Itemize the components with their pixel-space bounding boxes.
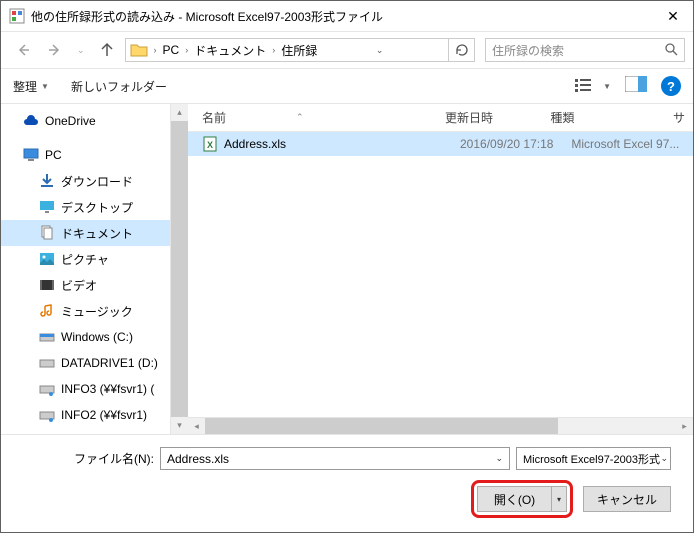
breadcrumb-folder[interactable]: 住所録	[281, 42, 317, 59]
preview-pane-button[interactable]	[625, 76, 647, 97]
cancel-button[interactable]: キャンセル	[583, 486, 671, 512]
help-icon: ?	[667, 79, 675, 94]
column-size[interactable]: サ	[665, 109, 693, 126]
sidebar-desktop[interactable]: デスクトップ	[1, 194, 170, 220]
scroll-left-icon[interactable]: ◂	[188, 418, 205, 435]
search-input[interactable]: 住所録の検索	[485, 38, 685, 62]
body: OneDrive PC ダウンロード デスクトップ ドキュメント ピクチャ	[1, 104, 693, 434]
column-name[interactable]: 名前⌃	[188, 109, 437, 126]
documents-icon	[39, 225, 55, 241]
sidebar-videos[interactable]: ビデオ	[1, 272, 170, 298]
help-button[interactable]: ?	[661, 76, 681, 96]
arrow-right-icon	[46, 41, 64, 59]
videos-icon	[39, 277, 55, 293]
scroll-down-icon[interactable]: ▾	[171, 417, 188, 434]
sidebar-scrollbar[interactable]: ▴ ▾	[171, 104, 188, 434]
history-dropdown[interactable]: ⌄	[73, 45, 89, 56]
breadcrumb-pc[interactable]: PC	[163, 43, 180, 57]
sidebar-documents[interactable]: ドキュメント	[1, 220, 170, 246]
chevron-down-icon: ▼	[603, 82, 611, 91]
chevron-right-icon: ›	[272, 45, 275, 55]
address-dropdown[interactable]: ⌄	[376, 45, 390, 56]
back-button[interactable]	[9, 38, 37, 62]
sort-asc-icon: ⌃	[296, 112, 304, 123]
file-row[interactable]: X Address.xls 2016/09/20 17:18 Microsoft…	[188, 132, 693, 156]
search-placeholder: 住所録の検索	[492, 42, 564, 59]
toolbar: 整理▼ 新しいフォルダー ▼ ?	[1, 68, 693, 104]
column-headers: 名前⌃ 更新日時 種類 サ	[188, 104, 693, 132]
footer: ファイル名(N): Address.xls ⌄ Microsoft Excel9…	[1, 434, 693, 532]
view-options-button[interactable]: ▼	[575, 78, 611, 94]
download-icon	[39, 173, 55, 189]
file-type: Microsoft Excel 97...	[563, 137, 693, 151]
open-button-highlight: 開く(O) ▾	[471, 480, 573, 518]
svg-text:X: X	[207, 140, 213, 150]
excel-file-icon: X	[202, 136, 218, 152]
breadcrumb-documents[interactable]: ドキュメント	[194, 42, 266, 59]
scroll-thumb[interactable]	[205, 418, 558, 435]
list-view-icon	[575, 78, 599, 94]
app-icon	[9, 8, 25, 24]
folder-icon	[130, 41, 148, 59]
sidebar-cdrive[interactable]: Windows (C:)	[1, 324, 170, 350]
window-title: 他の住所録形式の読み込み - Microsoft Excel97-2003形式フ…	[31, 8, 653, 25]
chevron-down-icon: ⌄	[495, 453, 503, 464]
filetype-select[interactable]: Microsoft Excel97-2003形式ファ ⌄	[516, 447, 671, 470]
drive-icon	[39, 355, 55, 371]
sidebar-pc[interactable]: PC	[1, 142, 170, 168]
up-button[interactable]	[93, 38, 121, 62]
close-button[interactable]: ✕	[653, 1, 693, 32]
titlebar: 他の住所録形式の読み込み - Microsoft Excel97-2003形式フ…	[1, 1, 693, 32]
open-button-dropdown[interactable]: ▾	[551, 486, 567, 512]
chevron-down-icon: ▼	[41, 82, 49, 91]
filename-label: ファイル名(N):	[74, 450, 154, 467]
sidebar-onedrive[interactable]: OneDrive	[1, 108, 170, 134]
drive-icon	[39, 329, 55, 345]
sidebar-info2[interactable]: INFO2 (¥¥fsvr1)	[1, 402, 170, 428]
arrow-up-icon	[98, 41, 116, 59]
arrow-left-icon	[14, 41, 32, 59]
pc-icon	[23, 147, 39, 163]
pictures-icon	[39, 251, 55, 267]
file-name: Address.xls	[224, 137, 286, 151]
open-button[interactable]: 開く(O)	[477, 486, 551, 512]
cloud-icon	[23, 113, 39, 129]
search-icon	[664, 42, 678, 59]
music-icon	[39, 303, 55, 319]
navigation-bar: ⌄ › PC › ドキュメント › 住所録 ⌄ 住所録の検索	[1, 32, 693, 68]
preview-pane-icon	[625, 76, 647, 92]
network-drive-icon	[39, 381, 55, 397]
address-bar[interactable]: › PC › ドキュメント › 住所録 ⌄	[125, 38, 475, 62]
file-open-dialog: 他の住所録形式の読み込み - Microsoft Excel97-2003形式フ…	[0, 0, 694, 533]
chevron-down-icon: ⌄	[660, 453, 668, 464]
sidebar-music[interactable]: ミュージック	[1, 298, 170, 324]
refresh-button[interactable]	[448, 39, 470, 61]
scroll-thumb[interactable]	[171, 121, 188, 417]
new-folder-button[interactable]: 新しいフォルダー	[71, 78, 167, 95]
sidebar-system[interactable]: SYSTEM (Z:)	[1, 428, 170, 434]
file-date: 2016/09/20 17:18	[452, 137, 563, 151]
network-drive-icon	[39, 407, 55, 423]
navigation-tree: OneDrive PC ダウンロード デスクトップ ドキュメント ピクチャ	[1, 104, 171, 434]
organize-button[interactable]: 整理▼	[13, 78, 49, 95]
column-type[interactable]: 種類	[542, 109, 665, 126]
sidebar-pictures[interactable]: ピクチャ	[1, 246, 170, 272]
scroll-right-icon[interactable]: ▸	[676, 418, 693, 435]
sidebar-info3[interactable]: INFO3 (¥¥fsvr1) (	[1, 376, 170, 402]
refresh-icon	[455, 43, 469, 57]
forward-button[interactable]	[41, 38, 69, 62]
sidebar-downloads[interactable]: ダウンロード	[1, 168, 170, 194]
filename-input[interactable]: Address.xls ⌄	[160, 447, 510, 470]
network-drive-icon	[39, 433, 55, 434]
chevron-right-icon: ›	[154, 45, 157, 55]
horizontal-scrollbar[interactable]: ◂ ▸	[188, 417, 693, 434]
column-date[interactable]: 更新日時	[437, 109, 542, 126]
scroll-up-icon[interactable]: ▴	[171, 104, 188, 121]
chevron-right-icon: ›	[185, 45, 188, 55]
desktop-icon	[39, 199, 55, 215]
file-list: 名前⌃ 更新日時 種類 サ X Address.xls 2016/09/20 1…	[188, 104, 693, 434]
sidebar-ddrive[interactable]: DATADRIVE1 (D:)	[1, 350, 170, 376]
